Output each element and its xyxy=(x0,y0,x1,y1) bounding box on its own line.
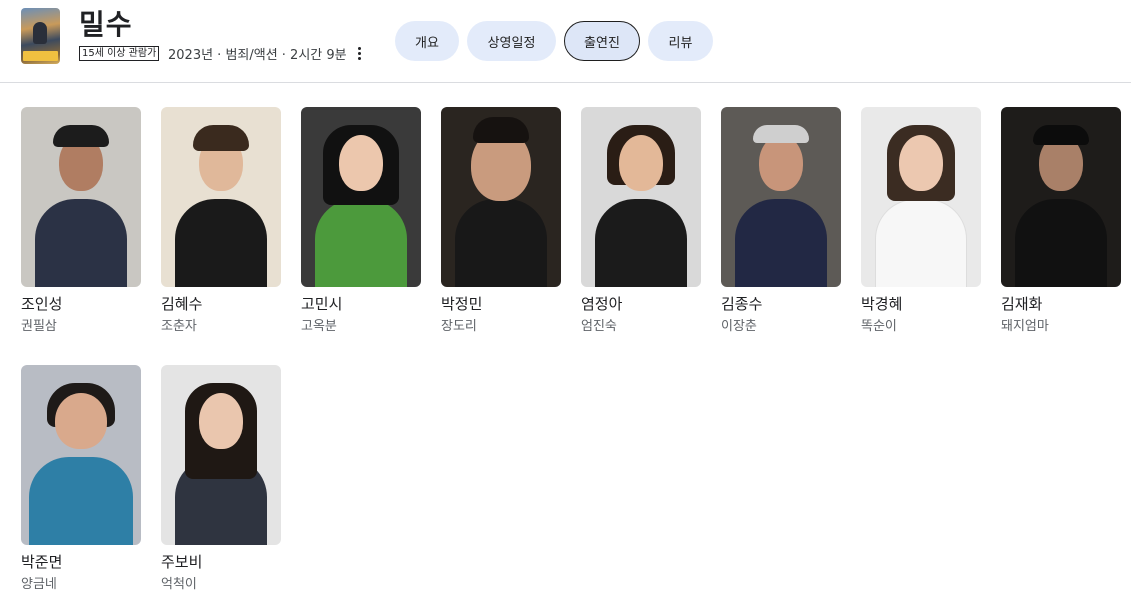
cast-name: 김재화 xyxy=(1001,295,1043,313)
cast-role: 이장춘 xyxy=(721,319,757,334)
cast-role: 돼지엄마 xyxy=(1001,319,1049,334)
cast-photo xyxy=(21,107,141,287)
cast-name: 주보비 xyxy=(161,553,203,571)
cast-card[interactable]: 박준면 양금네 xyxy=(21,365,141,594)
cast-photo xyxy=(161,107,281,287)
tab-cast[interactable]: 출연진 xyxy=(564,21,640,61)
tab-overview[interactable]: 개요 xyxy=(395,21,459,61)
movie-poster-thumbnail[interactable] xyxy=(21,8,60,64)
cast-role: 엄진숙 xyxy=(581,319,617,334)
cast-photo xyxy=(441,107,561,287)
more-options-icon[interactable] xyxy=(351,44,367,62)
movie-title: 밀수 xyxy=(79,8,133,41)
cast-card[interactable]: 김재화 돼지엄마 xyxy=(1001,107,1121,336)
cast-role: 양금네 xyxy=(21,577,57,592)
cast-card[interactable]: 박경혜 똑순이 xyxy=(861,107,981,336)
movie-meta: 2023년 · 범죄/액션 · 2시간 9분 xyxy=(168,48,347,63)
cast-photo xyxy=(1001,107,1121,287)
cast-photo xyxy=(721,107,841,287)
cast-role: 고옥분 xyxy=(301,319,337,334)
cast-card[interactable]: 염정아 엄진숙 xyxy=(581,107,701,336)
cast-photo xyxy=(21,365,141,545)
cast-role: 똑순이 xyxy=(861,319,897,334)
cast-role: 억척이 xyxy=(161,577,197,592)
age-rating-badge: 15세 이상 관람가 xyxy=(79,46,160,61)
cast-card[interactable]: 조인성 권필삼 xyxy=(21,107,141,336)
cast-name: 박경혜 xyxy=(861,295,903,313)
cast-card[interactable]: 박정민 장도리 xyxy=(441,107,561,336)
cast-role: 장도리 xyxy=(441,319,477,334)
movie-header: 밀수 15세 이상 관람가 2023년 · 범죄/액션 · 2시간 9분 개요 … xyxy=(0,0,1131,83)
cast-name: 김혜수 xyxy=(161,295,203,313)
cast-photo xyxy=(301,107,421,287)
cast-name: 박정민 xyxy=(441,295,483,313)
cast-photo xyxy=(861,107,981,287)
cast-role: 권필삼 xyxy=(21,319,57,334)
cast-photo xyxy=(161,365,281,545)
cast-card[interactable]: 주보비 억척이 xyxy=(161,365,281,594)
cast-card[interactable]: 김종수 이장춘 xyxy=(721,107,841,336)
cast-name: 박준면 xyxy=(21,553,63,571)
cast-name: 조인성 xyxy=(21,295,63,313)
cast-role: 조춘자 xyxy=(161,319,197,334)
cast-name: 고민시 xyxy=(301,295,343,313)
tab-showtimes[interactable]: 상영일정 xyxy=(467,21,556,61)
cast-photo xyxy=(581,107,701,287)
cast-name: 염정아 xyxy=(581,295,623,313)
tab-reviews[interactable]: 리뷰 xyxy=(648,21,713,61)
cast-name: 김종수 xyxy=(721,295,763,313)
cast-card[interactable]: 김혜수 조춘자 xyxy=(161,107,281,336)
cast-card[interactable]: 고민시 고옥분 xyxy=(301,107,421,336)
